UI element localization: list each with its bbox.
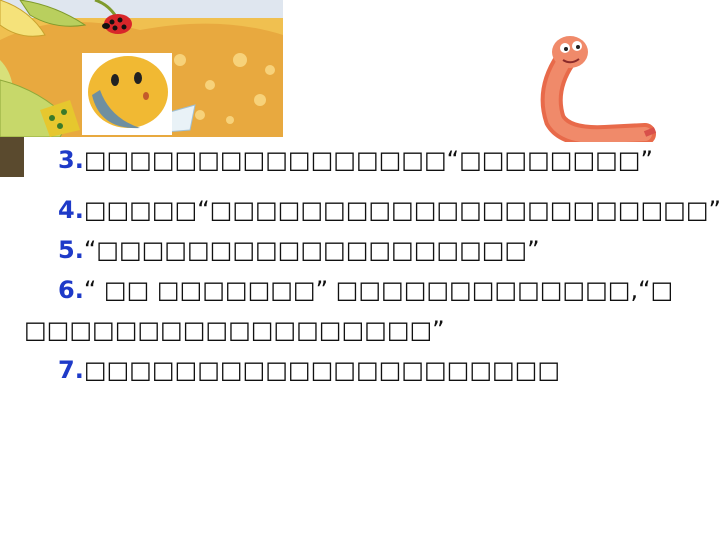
item-text: □□□□□□□□□□□□□□□□□□□□□ bbox=[83, 356, 561, 384]
question-list: 3.□□□□□□□□□□□□□□□□“□□□□□□□□” 4.□□□□□“□□□… bbox=[24, 140, 720, 390]
list-item: 3.□□□□□□□□□□□□□□□□“□□□□□□□□” bbox=[24, 140, 696, 180]
list-item: 4.□□□□□“□□□□□□□□□□□□□□□□□□□□□□” bbox=[24, 190, 720, 230]
item-text: □□□□□“□□□□□□□□□□□□□□□□□□□□□□” bbox=[83, 196, 720, 224]
list-item-continuation: □□□□□□□□□□□□□□□□□□” bbox=[24, 310, 696, 350]
item-text: □□□□□□□□□□□□□□□□□□” bbox=[24, 316, 445, 344]
item-number: 4. bbox=[58, 196, 84, 224]
item-text: “□□□□□□□□□□□□□□□□□□□” bbox=[83, 236, 540, 264]
item-text: □□□□□□□□□□□□□□□□“□□□□□□□□” bbox=[83, 146, 653, 174]
list-item: 6.“ □□ □□□□□□□” □□□□□□□□□□□□□,“□ bbox=[24, 270, 696, 310]
list-item: 5.“□□□□□□□□□□□□□□□□□□□” bbox=[24, 230, 696, 270]
ladybug-icon bbox=[102, 14, 132, 34]
list-item: 7.□□□□□□□□□□□□□□□□□□□□□ bbox=[24, 350, 696, 390]
item-number: 5. bbox=[58, 236, 84, 264]
item-text: “ □□ □□□□□□□” □□□□□□□□□□□□□,“□ bbox=[83, 276, 674, 304]
leaves-sand-illustration bbox=[0, 0, 283, 137]
corner-decoration bbox=[0, 137, 24, 177]
item-number: 3. bbox=[58, 146, 84, 174]
item-number: 7. bbox=[58, 356, 84, 384]
illustration-banner bbox=[0, 0, 283, 137]
item-number: 6. bbox=[58, 276, 84, 304]
pink-worm-illustration bbox=[540, 36, 657, 142]
